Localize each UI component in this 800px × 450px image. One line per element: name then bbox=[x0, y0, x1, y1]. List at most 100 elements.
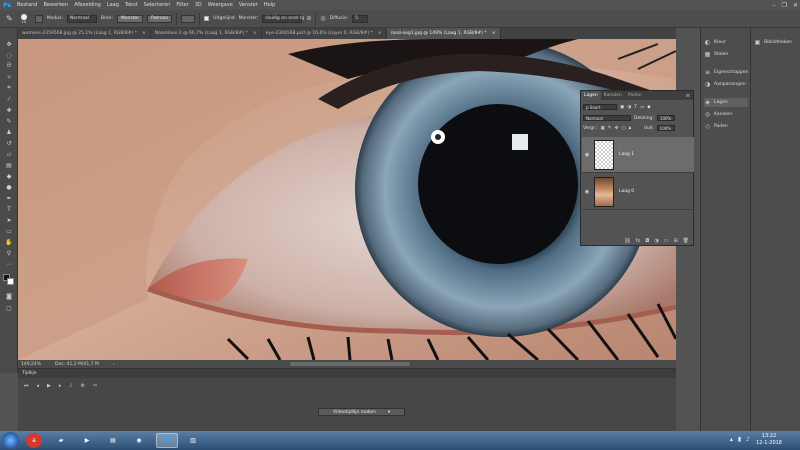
layer-row-laag-0[interactable]: ◉ Laag 0 bbox=[582, 174, 694, 210]
layer-row-laag-1[interactable]: ◉ Laag 1 bbox=[582, 137, 694, 173]
sample-layers-icon[interactable]: ⊘ bbox=[306, 15, 311, 22]
dock-item-bibliotheken[interactable]: ▣ Bibliotheken bbox=[754, 38, 792, 47]
new-adjustment-icon[interactable]: ◑ bbox=[654, 238, 658, 244]
diffusie-select[interactable]: 5 bbox=[352, 14, 369, 23]
filter-shape-icon[interactable]: ▭ bbox=[640, 105, 644, 110]
dock-item-kanalen[interactable]: ◎ Kanalen bbox=[704, 110, 732, 119]
menu-bestand[interactable]: Bestand bbox=[14, 2, 40, 8]
dock-item-lagen[interactable]: ◈ Lagen bbox=[704, 98, 748, 107]
screen-mode-icon[interactable]: ▢ bbox=[4, 304, 14, 312]
type-tool-icon[interactable]: T bbox=[4, 205, 14, 213]
folder-icon[interactable]: ▤ bbox=[102, 433, 124, 448]
visibility-eye-icon[interactable]: ◉ bbox=[582, 152, 592, 158]
pattern-swatch[interactable] bbox=[181, 14, 196, 23]
start-button[interactable] bbox=[2, 432, 19, 449]
clock[interactable]: 13:22 12-1-2018 bbox=[756, 433, 782, 447]
pen-tool-icon[interactable]: ✒ bbox=[4, 194, 14, 202]
background-color-swatch[interactable] bbox=[7, 278, 14, 285]
filter-pixel-icon[interactable]: ▣ bbox=[620, 105, 624, 110]
tab-close-icon[interactable]: × bbox=[492, 31, 496, 36]
path-select-tool-icon[interactable]: ➤ bbox=[4, 216, 14, 224]
prev-frame-icon[interactable]: ◂ bbox=[37, 383, 40, 389]
filter-smart-icon[interactable]: ◆ bbox=[647, 105, 650, 110]
filter-adjust-icon[interactable]: ◑ bbox=[627, 105, 631, 110]
dock-item-paden[interactable]: ◇ Paden bbox=[704, 122, 728, 131]
new-layer-icon[interactable]: ⊞ bbox=[673, 238, 677, 244]
blur-tool-icon[interactable]: ◆ bbox=[4, 172, 14, 180]
menu-3d[interactable]: 3D bbox=[192, 2, 205, 8]
quick-mask-icon[interactable]: ◙ bbox=[4, 292, 14, 300]
horizontal-scrollbar[interactable] bbox=[290, 362, 410, 366]
menu-venster[interactable]: Venster bbox=[236, 2, 261, 8]
layer-filter-select[interactable]: ρ Soort bbox=[583, 104, 617, 110]
uitgelijnd-checkbox[interactable] bbox=[204, 16, 210, 21]
delete-layer-icon[interactable]: 🗑︎ bbox=[683, 238, 689, 244]
tab-rood-oog[interactable]: rood-oog1.jpg @ 149% (Laag 1, RGB/8#) * × bbox=[386, 28, 501, 39]
lock-brush-icon[interactable]: ✎ bbox=[608, 126, 612, 131]
modus-select[interactable]: Normaal bbox=[66, 14, 97, 23]
media-player-icon[interactable]: ▶ bbox=[76, 433, 98, 448]
tab-lagen[interactable]: Lagen bbox=[581, 91, 601, 100]
tab-close-icon[interactable]: × bbox=[253, 31, 257, 36]
monster-select[interactable]: Huidig en ondr lg bbox=[262, 14, 304, 23]
network-icon[interactable]: ▮ bbox=[738, 436, 741, 443]
menu-bewerken[interactable]: Bewerken bbox=[40, 2, 71, 8]
menu-filter[interactable]: Filter bbox=[173, 2, 191, 8]
create-video-timeline-button[interactable]: Videotijdlijn maken ▾ bbox=[318, 408, 406, 416]
marquee-tool-icon[interactable]: ◌ bbox=[4, 51, 14, 59]
timeline-title[interactable]: Tijdlijn bbox=[22, 371, 37, 376]
dock-item-eigenschappen[interactable]: ≡ Eigenschappen bbox=[704, 68, 748, 77]
visibility-eye-icon[interactable]: ◉ bbox=[582, 189, 592, 195]
audio-icon[interactable]: ♪ bbox=[69, 383, 72, 389]
play-icon[interactable]: ▶ bbox=[47, 383, 51, 389]
file-explorer-icon[interactable]: ▰ bbox=[50, 433, 72, 448]
dropdown-arrow-icon[interactable]: ▾ bbox=[388, 410, 390, 415]
link-layers-icon[interactable]: ⛓ bbox=[624, 238, 630, 244]
dock-item-kleur[interactable]: ◐ Kleur bbox=[704, 38, 726, 47]
dodge-tool-icon[interactable]: ● bbox=[4, 183, 14, 191]
move-tool-icon[interactable]: ✥ bbox=[4, 40, 14, 48]
crop-tool-icon[interactable]: ⌗ bbox=[4, 84, 14, 92]
blend-mode-select[interactable]: Normaal bbox=[583, 115, 631, 121]
eyedropper-tool-icon[interactable]: ⁄ bbox=[4, 95, 14, 103]
panel-menu-icon[interactable]: ≡ bbox=[686, 93, 690, 99]
eraser-tool-icon[interactable]: ▱ bbox=[4, 150, 14, 158]
avast-icon[interactable]: a bbox=[26, 433, 42, 448]
filter-type-icon[interactable]: T bbox=[634, 105, 637, 110]
quick-select-tool-icon[interactable]: ✧ bbox=[4, 73, 14, 81]
brush-preset-picker[interactable]: 10 bbox=[17, 13, 31, 24]
healing-brush-icon[interactable]: ✎ bbox=[6, 14, 13, 23]
bron-monster-button[interactable]: Monster bbox=[116, 14, 144, 23]
brush-tool-icon[interactable]: ✎ bbox=[4, 117, 14, 125]
clone-stamp-tool-icon[interactable]: ♟ bbox=[4, 128, 14, 136]
history-brush-tool-icon[interactable]: ↺ bbox=[4, 139, 14, 147]
layer-mask-icon[interactable]: ◘ bbox=[645, 238, 649, 244]
dock-item-aanpassingen[interactable]: ◑ Aanpassingen bbox=[704, 80, 746, 89]
lock-artboard-icon[interactable]: ▢ bbox=[621, 126, 625, 131]
tray-arrow-icon[interactable]: ▴ bbox=[730, 436, 733, 443]
close-button[interactable]: ✕ bbox=[793, 2, 798, 9]
app-icon[interactable]: ▥ bbox=[182, 433, 204, 448]
lock-pixels-icon[interactable]: ▦ bbox=[601, 126, 605, 131]
fill-field[interactable]: 100% bbox=[656, 125, 675, 131]
status-arrow-icon[interactable]: › bbox=[113, 362, 115, 367]
bron-patroon-button[interactable]: Patroon bbox=[147, 14, 173, 23]
tab-kanalen[interactable]: Kanalen bbox=[601, 91, 625, 100]
dock-item-stalen[interactable]: ▦ Stalen bbox=[704, 50, 729, 59]
pressure-icon[interactable]: ◎ bbox=[320, 15, 325, 22]
photoshop-taskbar-icon[interactable]: Ps bbox=[156, 433, 178, 448]
menu-laag[interactable]: Laag bbox=[104, 2, 122, 8]
hand-tool-icon[interactable]: ✋ bbox=[4, 238, 14, 246]
opacity-field[interactable]: 100% bbox=[656, 115, 675, 121]
lock-all-icon[interactable]: 🔒︎ bbox=[629, 125, 631, 131]
zoom-tool-icon[interactable]: ⚲ bbox=[4, 249, 14, 257]
tab-close-icon[interactable]: × bbox=[378, 31, 382, 36]
chrome-icon[interactable]: ◉ bbox=[128, 433, 150, 448]
brush-settings-button[interactable] bbox=[34, 14, 43, 23]
menu-afbeelding[interactable]: Afbeelding bbox=[71, 2, 104, 8]
layer-style-icon[interactable]: fx bbox=[636, 238, 641, 244]
menu-weergave[interactable]: Weergave bbox=[205, 2, 236, 8]
tab-close-icon[interactable]: × bbox=[142, 31, 146, 36]
first-frame-icon[interactable]: ⏮ bbox=[24, 383, 29, 389]
new-group-icon[interactable]: ▭ bbox=[664, 238, 669, 244]
